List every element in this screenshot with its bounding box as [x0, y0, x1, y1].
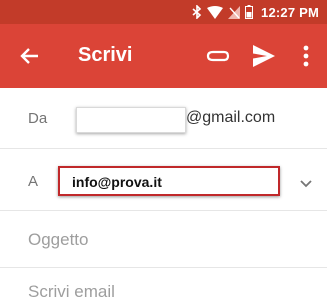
- attach-icon[interactable]: [205, 44, 231, 68]
- wifi-icon: [207, 5, 224, 19]
- app-bar: Scrivi: [0, 24, 327, 88]
- battery-icon: [245, 5, 254, 19]
- screen-title: Scrivi: [78, 44, 133, 66]
- status-bar: 12:27 PM: [0, 0, 327, 24]
- chevron-down-icon[interactable]: [300, 175, 312, 188]
- bluetooth-icon: [192, 5, 202, 19]
- to-row: A info@prova.it: [0, 149, 327, 211]
- more-vert-icon[interactable]: [298, 44, 314, 68]
- from-row: Da @gmail.com: [0, 88, 327, 149]
- to-field[interactable]: info@prova.it: [58, 166, 280, 196]
- subject-input[interactable]: Oggetto: [28, 230, 89, 250]
- to-label: A: [28, 173, 39, 190]
- to-value: info@prova.it: [72, 174, 162, 190]
- subject-row[interactable]: Oggetto: [0, 211, 327, 268]
- from-domain: @gmail.com: [186, 109, 276, 126]
- send-icon[interactable]: [251, 42, 277, 70]
- from-address-redacted[interactable]: [76, 107, 186, 133]
- back-arrow-icon[interactable]: [16, 42, 44, 70]
- compose-body-input[interactable]: Scrivi email: [28, 282, 115, 302]
- clock: 12:27 PM: [261, 4, 319, 20]
- from-label: Da: [28, 110, 48, 127]
- no-sim-icon: [228, 5, 241, 19]
